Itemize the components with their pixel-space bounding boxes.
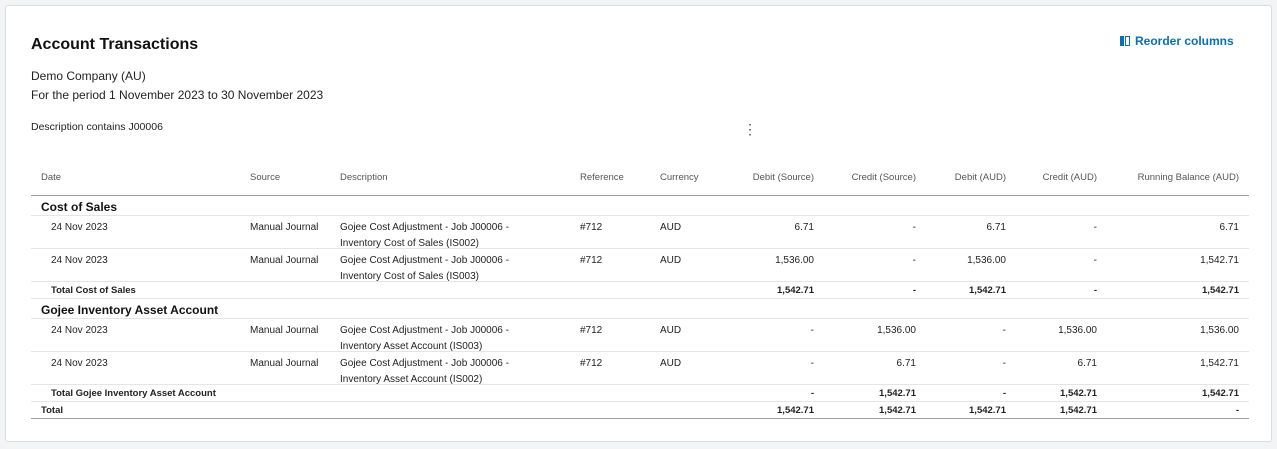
columns-icon (1120, 36, 1130, 46)
reorder-columns-button[interactable]: Reorder columns (1120, 34, 1234, 48)
cell-running-balance: 1,542.71 (1200, 358, 1239, 369)
cell-source: Manual Journal (250, 255, 319, 266)
grand-total-row: Total 1,542.71 1,542.71 1,542.71 1,542.7… (31, 402, 1249, 419)
report-period: For the period 1 November 2023 to 30 Nov… (31, 88, 324, 102)
cell-source: Manual Journal (250, 222, 319, 233)
table-row[interactable]: 24 Nov 2023 Manual Journal Gojee Cost Ad… (31, 352, 1249, 385)
cell-date: 24 Nov 2023 (51, 325, 108, 336)
col-credit-source[interactable]: Credit (Source) (852, 172, 916, 183)
total-running-balance: 1,542.71 (1202, 285, 1239, 296)
table-row[interactable]: 24 Nov 2023 Manual Journal Gojee Cost Ad… (31, 249, 1249, 282)
cell-debit-aud: 6.71 (986, 222, 1006, 233)
transactions-table: Date Source Description Reference Curren… (31, 166, 1249, 419)
more-options-icon[interactable]: ⋮ (743, 122, 757, 136)
cell-reference: #712 (580, 255, 603, 266)
cell-debit-source: - (810, 358, 814, 369)
cell-source: Manual Journal (250, 325, 319, 336)
cell-reference: #712 (580, 222, 603, 233)
cell-description[interactable]: Gojee Cost Adjustment - Job J00006 - Inv… (340, 356, 540, 388)
grand-total-credit-aud: 1,542.71 (1060, 405, 1097, 416)
grand-total-label: Total (41, 405, 63, 416)
col-debit-aud[interactable]: Debit (AUD) (955, 172, 1006, 183)
cell-reference: #712 (580, 358, 603, 369)
col-debit-source[interactable]: Debit (Source) (753, 172, 814, 183)
total-credit-aud: - (1093, 285, 1097, 296)
cell-credit-aud: - (1093, 255, 1097, 266)
cell-running-balance: 1,542.71 (1200, 255, 1239, 266)
col-description[interactable]: Description (340, 172, 540, 183)
grand-total-credit-source: 1,542.71 (879, 405, 916, 416)
table-header: Date Source Description Reference Curren… (31, 166, 1249, 196)
cell-debit-source: 6.71 (794, 222, 814, 233)
total-debit-aud: 1,542.71 (969, 285, 1006, 296)
section-total-row: Total Gojee Inventory Asset Account - 1,… (31, 385, 1249, 402)
col-running-balance[interactable]: Running Balance (AUD) (1138, 172, 1239, 183)
grand-total-debit-source: 1,542.71 (777, 405, 814, 416)
cell-currency: AUD (660, 358, 682, 369)
cell-credit-source: 1,536.00 (877, 325, 916, 336)
total-debit-source: 1,542.71 (777, 285, 814, 296)
section-total-row: Total Cost of Sales 1,542.71 - 1,542.71 … (31, 282, 1249, 299)
total-running-balance: 1,542.71 (1202, 388, 1239, 399)
table-row[interactable]: 24 Nov 2023 Manual Journal Gojee Cost Ad… (31, 319, 1249, 352)
col-reference[interactable]: Reference (580, 172, 624, 183)
grand-total-running-balance: - (1235, 405, 1239, 416)
cell-description[interactable]: Gojee Cost Adjustment - Job J00006 - Inv… (340, 220, 540, 252)
cell-description[interactable]: Gojee Cost Adjustment - Job J00006 - Inv… (340, 323, 540, 355)
cell-credit-aud: 6.71 (1077, 358, 1097, 369)
col-source[interactable]: Source (250, 172, 280, 183)
cell-running-balance: 1,536.00 (1200, 325, 1239, 336)
total-label: Total Gojee Inventory Asset Account (51, 388, 216, 399)
cell-debit-aud: - (1002, 358, 1006, 369)
total-credit-aud: 1,542.71 (1060, 388, 1097, 399)
cell-debit-source: - (810, 325, 814, 336)
cell-debit-aud: - (1002, 325, 1006, 336)
cell-date: 24 Nov 2023 (51, 358, 108, 369)
col-credit-aud[interactable]: Credit (AUD) (1043, 172, 1097, 183)
cell-currency: AUD (660, 255, 682, 266)
company-name: Demo Company (AU) (31, 69, 146, 83)
section-title: Gojee Inventory Asset Account (41, 303, 219, 317)
section-header: Gojee Inventory Asset Account (31, 299, 1249, 319)
cell-date: 24 Nov 2023 (51, 255, 108, 266)
cell-source: Manual Journal (250, 358, 319, 369)
section-title: Cost of Sales (41, 200, 118, 214)
cell-credit-source: - (912, 222, 916, 233)
col-currency[interactable]: Currency (660, 172, 699, 183)
filter-summary: Description contains J00006 (31, 121, 163, 133)
cell-running-balance: 6.71 (1219, 222, 1239, 233)
cell-credit-aud: - (1093, 222, 1097, 233)
table-row[interactable]: 24 Nov 2023 Manual Journal Gojee Cost Ad… (31, 216, 1249, 249)
cell-date: 24 Nov 2023 (51, 222, 108, 233)
cell-credit-source: - (912, 255, 916, 266)
total-credit-source: - (912, 285, 916, 296)
cell-currency: AUD (660, 325, 682, 336)
total-label: Total Cost of Sales (51, 285, 136, 296)
cell-credit-source: 6.71 (896, 358, 916, 369)
cell-reference: #712 (580, 325, 603, 336)
section-header: Cost of Sales (31, 196, 1249, 216)
cell-debit-aud: 1,536.00 (967, 255, 1006, 266)
total-debit-source: - (810, 388, 814, 399)
report-card: Account Transactions Demo Company (AU) F… (5, 5, 1272, 442)
cell-currency: AUD (660, 222, 682, 233)
col-date[interactable]: Date (41, 172, 61, 183)
cell-description[interactable]: Gojee Cost Adjustment - Job J00006 - Inv… (340, 253, 540, 285)
total-debit-aud: - (1002, 388, 1006, 399)
cell-debit-source: 1,536.00 (775, 255, 814, 266)
total-credit-source: 1,542.71 (879, 388, 916, 399)
reorder-columns-label: Reorder columns (1135, 34, 1234, 48)
page-title: Account Transactions (31, 36, 199, 53)
grand-total-debit-aud: 1,542.71 (969, 405, 1006, 416)
cell-credit-aud: 1,536.00 (1058, 325, 1097, 336)
